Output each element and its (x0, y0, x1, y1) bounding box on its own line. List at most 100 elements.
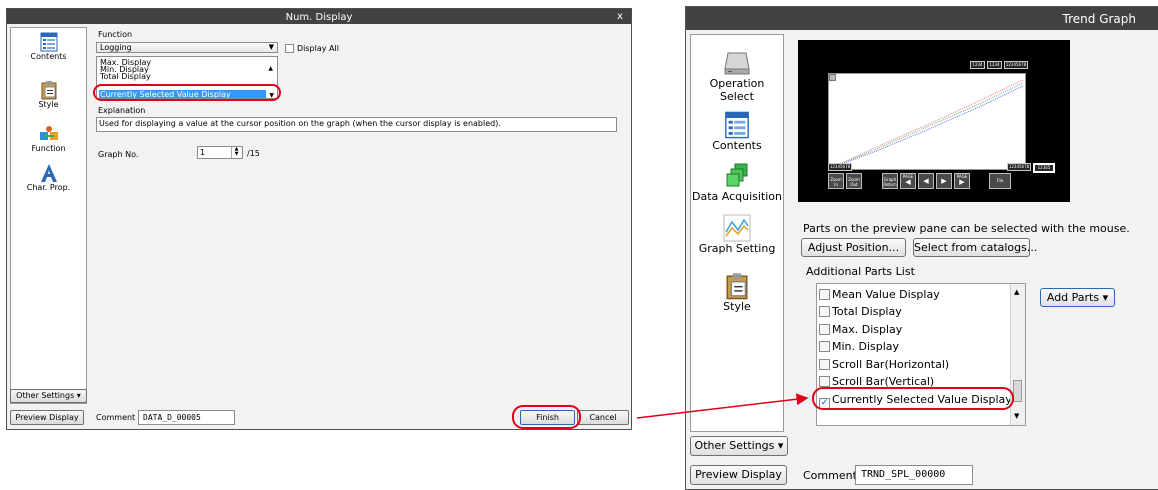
scroll-thumb[interactable] (1013, 380, 1022, 402)
nav-item-graph-setting[interactable]: Graph Setting (691, 214, 783, 255)
next-button[interactable]: ▶ (936, 173, 952, 189)
nav-label: Contents (712, 139, 762, 152)
trend-lines (830, 79, 1024, 169)
style-icon (41, 81, 56, 100)
next-page-icon: ▶ (959, 178, 965, 186)
nav-item-operation-select[interactable]: Operation Select (691, 49, 783, 103)
value-tag[interactable]: 1234 (970, 61, 985, 69)
file-button[interactable]: File (989, 173, 1011, 189)
preview-display-button[interactable]: Preview Display (10, 410, 84, 425)
value-tag[interactable]: 12345678 (1007, 163, 1031, 171)
graph-no-max: /15 (247, 149, 260, 158)
chevron-down-icon: ▾ (1102, 291, 1109, 304)
dialog-title: Trend Graph (1062, 12, 1136, 26)
preview-display-button[interactable]: Preview Display (690, 465, 787, 485)
display-all-label: Display All (297, 44, 339, 53)
category-sidebar: Operation Select Contents Data Acquisiti… (690, 34, 784, 432)
title-bar: Num. Display x (7, 9, 631, 24)
nav-item-char-prop[interactable]: Char. Prop. (11, 163, 86, 192)
char-prop-icon (40, 164, 57, 182)
function-icon (39, 126, 58, 140)
zoom-in-button[interactable]: Zoom In (828, 173, 844, 189)
list-item[interactable]: Total Display (819, 305, 902, 318)
chevron-down-icon: ▾ (76, 391, 81, 400)
selected-value-tag[interactable]: 12345 (1033, 163, 1055, 173)
checkbox[interactable] (819, 359, 830, 370)
nav-item-data-acquisition[interactable]: Data Acquisition (691, 162, 783, 203)
page-forward-button[interactable]: PAGE ▶ (954, 173, 970, 189)
nav-label: Function (31, 144, 66, 153)
operation-select-icon (724, 52, 750, 75)
list-item[interactable]: Mean Value Display (819, 288, 940, 301)
cancel-button[interactable]: Cancel (577, 410, 629, 425)
nav-label: Contents (30, 52, 67, 61)
nav-label: Operation Select (709, 77, 765, 103)
checkbox[interactable] (819, 376, 830, 387)
nav-item-contents[interactable]: Contents (691, 111, 783, 152)
graph-return-button[interactable]: Graph Return (882, 173, 898, 189)
comment-input[interactable]: TRND_SPL_00000 (855, 465, 973, 485)
chevron-down-icon[interactable]: ▼ (1014, 412, 1019, 420)
explanation-label: Explanation (98, 106, 146, 115)
checkbox[interactable] (819, 306, 830, 317)
selected-part-highlight (812, 387, 1014, 410)
checkbox[interactable] (819, 289, 830, 300)
value-tag[interactable]: 12345678 (828, 163, 852, 171)
preview-pane[interactable]: 1234 1234 12345678 12345678 12345678 123… (798, 40, 1070, 202)
nav-item-function[interactable]: Function (11, 124, 86, 153)
chevron-left-icon: ◀ (923, 177, 929, 185)
contents-icon (40, 32, 57, 52)
function-select[interactable]: Logging ▼ (96, 42, 278, 53)
style-icon (726, 273, 748, 300)
chevron-right-icon: ▶ (941, 177, 947, 185)
preview-hint: Parts on the preview pane can be selecte… (803, 222, 1130, 235)
category-sidebar: Contents Style Function Char. Prop. (10, 27, 87, 404)
graph-plot-area[interactable] (828, 73, 1026, 170)
scroll-up-icon[interactable]: ▲ (1014, 288, 1019, 296)
value-tag[interactable]: 1234 (987, 61, 1002, 69)
nav-label: Graph Setting (698, 242, 776, 255)
select-from-catalogs-button[interactable]: Select from catalogs... (913, 238, 1037, 257)
list-item[interactable]: Scroll Bar(Horizontal) (819, 358, 949, 371)
other-settings-button[interactable]: Other Settings ▾ (10, 389, 87, 403)
spin-arrows-icon[interactable]: ▲ ▼ (231, 147, 241, 158)
value-tag[interactable]: 12345678 (1004, 61, 1028, 69)
graph-no-stepper[interactable]: 1 ▲ ▼ (197, 146, 243, 159)
close-icon[interactable]: x (617, 11, 623, 22)
function-label: Function (98, 30, 133, 39)
additional-parts-label: Additional Parts List (806, 265, 915, 278)
comment-label: Comment (803, 469, 857, 482)
nav-item-style[interactable]: Style (11, 80, 86, 109)
graph-no-label: Graph No. (98, 150, 139, 159)
list-item[interactable]: Min. Display (819, 340, 899, 353)
nav-item-style[interactable]: Style (691, 272, 783, 313)
title-bar: Trend Graph (686, 7, 1158, 30)
chevron-down-icon: ▼ (268, 43, 274, 51)
checkbox[interactable] (819, 324, 830, 335)
nav-item-contents[interactable]: Contents (11, 32, 86, 61)
scroll-up-icon[interactable]: ▲ (268, 65, 273, 72)
contents-icon (725, 111, 749, 139)
prev-page-icon: ◀ (905, 178, 911, 186)
adjust-position-button[interactable]: Adjust Position... (801, 238, 906, 257)
checkbox[interactable] (819, 341, 830, 352)
other-settings-button[interactable]: Other Settings ▾ (690, 436, 788, 456)
list-item[interactable]: Max. Display (819, 323, 902, 336)
zoom-out-button[interactable]: Zoom Out (846, 173, 862, 189)
trend-graph-dialog: Trend Graph Operation Select Contents Da… (685, 6, 1158, 490)
num-display-dialog: Num. Display x Contents Style Function C… (6, 8, 632, 430)
comment-input[interactable]: DATA_D_00005 (138, 410, 235, 425)
display-all-checkbox[interactable] (285, 44, 294, 53)
add-parts-button[interactable]: Add Parts ▾ (1040, 288, 1115, 307)
prev-button[interactable]: ◀ (918, 173, 934, 189)
explanation-text: Used for displaying a value at the curso… (96, 117, 617, 132)
comment-label: Comment (96, 413, 136, 422)
nav-label: Style (38, 100, 59, 109)
nav-label: Char. Prop. (26, 183, 71, 192)
list-item[interactable]: Total Display (100, 73, 151, 81)
dialog-title: Num. Display (285, 12, 353, 23)
nav-label: Data Acquisition (691, 190, 782, 203)
page-back-button[interactable]: PAGE ◀ (900, 173, 916, 189)
graph-setting-icon (723, 214, 751, 242)
selected-item-highlight (93, 84, 281, 101)
